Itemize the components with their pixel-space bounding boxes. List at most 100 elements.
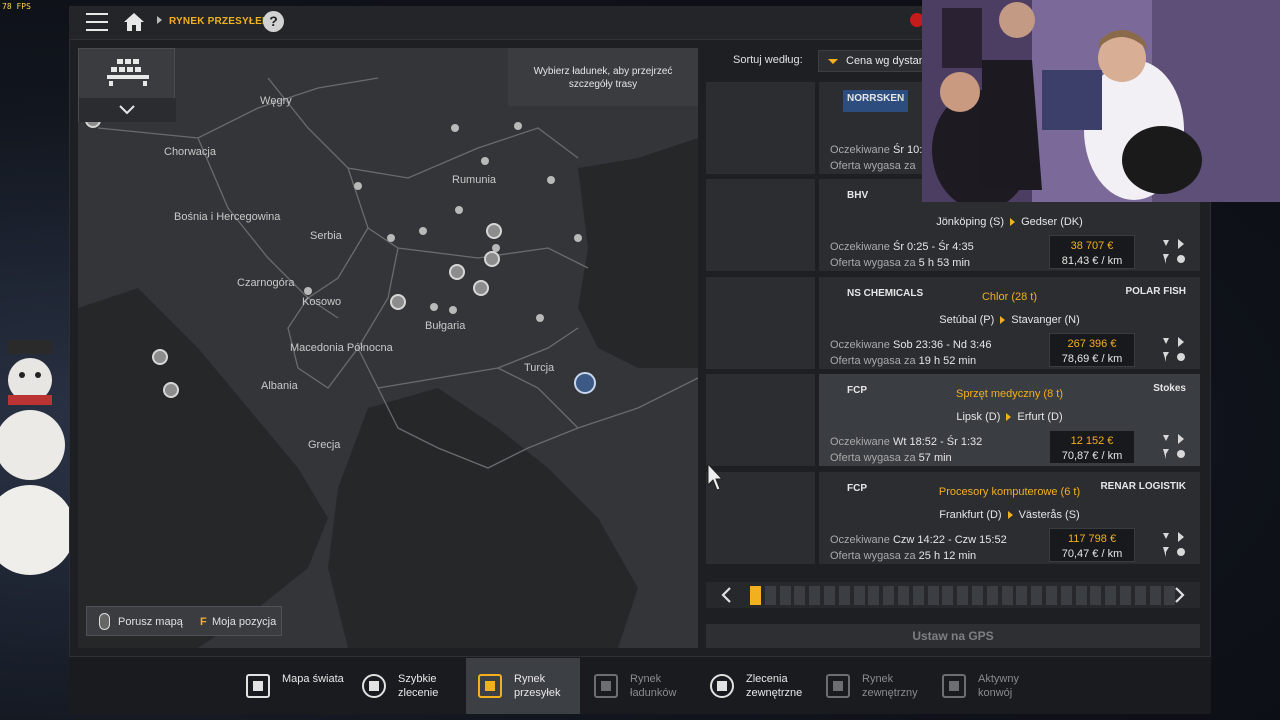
page-indicator[interactable] xyxy=(838,586,850,605)
company-logo-left: BHV xyxy=(847,190,869,201)
previous-page-button[interactable] xyxy=(706,582,746,608)
map-label-serbia: Serbia xyxy=(310,230,342,242)
route-arrow-icon xyxy=(1007,511,1013,520)
sort-dropdown[interactable]: Cena wg dystansu xyxy=(818,50,928,72)
route-from: Setúbal (P) xyxy=(939,314,995,326)
set-gps-button[interactable]: Ustaw na GPS xyxy=(706,624,1200,648)
page-indicator[interactable] xyxy=(1060,586,1072,605)
expected-label: Oczekiwane xyxy=(830,339,890,351)
offer-label: Oferta wygasa za xyxy=(830,160,916,172)
job-rate: 81,43 € / km xyxy=(1061,255,1123,267)
nav-freight-market[interactable]: Rynek przesyłek xyxy=(466,658,580,714)
price-box: 38 707 € 81,43 € / km xyxy=(1049,235,1135,269)
page-indicator[interactable] xyxy=(1075,586,1087,605)
page-indicator[interactable] xyxy=(809,586,821,605)
page-indicator[interactable] xyxy=(750,586,761,605)
job-rate: 70,87 € / km xyxy=(1061,450,1123,462)
page-indicator[interactable] xyxy=(883,586,895,605)
offer-expires: Oferta wygasa za xyxy=(830,160,916,172)
nav-external-contracts[interactable]: Zlecenia zewnętrzne xyxy=(698,658,812,714)
route: Lipsk (D) Erfurt (D) xyxy=(819,411,1200,423)
page-indicator[interactable] xyxy=(1031,586,1043,605)
page-indicator[interactable] xyxy=(764,586,776,605)
nav-external-market[interactable]: Rynek zewnętrzny xyxy=(814,658,928,714)
map-view[interactable]: Węgry Chorwacja Rumunia Bośnia i Hercego… xyxy=(78,48,698,648)
map-controls-hint: Porusz mapą F Moja pozycja xyxy=(86,606,282,636)
nav-world-map[interactable]: Mapa świata xyxy=(234,658,348,714)
map-label-bulgaria: Bułgaria xyxy=(425,320,466,332)
expected-label: Oczekiwane xyxy=(830,436,890,448)
expected-time: Oczekiwane Sob 23:36 - Nd 3:46 xyxy=(830,339,991,351)
job-card[interactable]: FCP Stokes Sprzęt medyczny (8 t) Lipsk (… xyxy=(706,374,1200,466)
map-label-rumunia: Rumunia xyxy=(452,174,497,186)
job-card-body[interactable]: FCP RENAR LOGISTIK Procesory komputerowe… xyxy=(819,472,1200,564)
page-indicator[interactable] xyxy=(927,586,939,605)
nav-active-convoy[interactable]: Aktywny konwój xyxy=(930,658,1044,714)
map-label-macedonia: Macedonia Północna xyxy=(290,342,393,354)
job-card[interactable]: FCP RENAR LOGISTIK Procesory komputerowe… xyxy=(706,472,1200,564)
cargo-name: Procesory komputerowe (6 t) xyxy=(938,486,1081,498)
page-indicator[interactable] xyxy=(1149,586,1161,605)
route-to: Västerås (S) xyxy=(1018,509,1080,521)
page-indicator[interactable] xyxy=(1016,586,1028,605)
page-indicator[interactable] xyxy=(1134,586,1146,605)
page-indicator[interactable] xyxy=(853,586,865,605)
job-card[interactable]: NS CHEMICALS POLAR FISH Chlor (28 t) Set… xyxy=(706,277,1200,369)
nav-label: Mapa świata xyxy=(282,673,344,685)
fps-counter: 78 FPS xyxy=(2,2,31,11)
nav-label: Zlecenia zewnętrzne xyxy=(746,673,803,699)
page-indicator[interactable] xyxy=(824,586,835,605)
nav-label: Rynek zewnętrzny xyxy=(862,673,918,699)
route-tooltip: Wybierz ładunek, aby przejrzeć szczegóły… xyxy=(508,48,698,106)
map-layers-button[interactable] xyxy=(78,48,176,122)
hint-key-f: F xyxy=(200,616,207,628)
page-indicator[interactable] xyxy=(957,586,969,605)
page-indicator[interactable] xyxy=(898,586,909,605)
job-thumbnail xyxy=(706,179,815,271)
snowman-background-image xyxy=(0,340,70,575)
help-icon[interactable]: ? xyxy=(263,11,284,32)
mouse-icon xyxy=(99,613,110,630)
job-thumbnail xyxy=(706,82,815,174)
offer-label: Oferta wygasa za xyxy=(830,257,916,269)
menu-icon[interactable] xyxy=(86,13,108,31)
map-label-chorwacja: Chorwacja xyxy=(164,146,216,158)
page-indicator[interactable] xyxy=(986,586,998,605)
offer-value: 57 min xyxy=(918,452,952,464)
next-page-button[interactable] xyxy=(1160,582,1200,608)
expected-time: Oczekiwane Wt 18:52 - Śr 1:32 xyxy=(830,436,982,448)
route-from: Frankfurt (D) xyxy=(939,509,1002,521)
map-label-grecja: Grecja xyxy=(308,439,341,451)
hint-move-map: Porusz mapą xyxy=(118,616,183,628)
job-card-body[interactable]: NS CHEMICALS POLAR FISH Chlor (28 t) Set… xyxy=(819,277,1200,369)
page-indicator[interactable] xyxy=(972,586,983,605)
map-label-bosnia: Bośnia i Hercegowina xyxy=(174,211,281,223)
offer-value: 19 h 52 min xyxy=(918,355,977,367)
nav-label: Szybkie zlecenie xyxy=(398,673,439,699)
page-indicator[interactable] xyxy=(942,586,954,605)
map-label-czarnogora: Czarnogóra xyxy=(237,277,295,289)
expand-chevron-icon[interactable] xyxy=(79,98,176,122)
active-convoy-icon xyxy=(942,674,966,698)
cargo-attributes-icon xyxy=(1163,239,1185,264)
price-box: 117 798 € 70,47 € / km xyxy=(1049,528,1135,562)
page-indicator[interactable] xyxy=(779,586,791,605)
page-indicator[interactable] xyxy=(794,586,806,605)
job-price: 38 707 € xyxy=(1070,240,1114,252)
nav-quick-job[interactable]: Szybkie zlecenie xyxy=(350,658,464,714)
page-indicator[interactable] xyxy=(1105,586,1117,605)
sort-value: Cena wg dystansu xyxy=(846,55,928,67)
page-indicator[interactable] xyxy=(1046,586,1057,605)
route-from: Jönköping (S) xyxy=(936,216,1005,228)
hint-my-position[interactable]: Moja pozycja xyxy=(212,616,276,628)
expected-label: Oczekiwane xyxy=(830,241,890,253)
page-indicator[interactable] xyxy=(1001,586,1013,605)
page-indicator[interactable] xyxy=(1120,586,1131,605)
page-indicator[interactable] xyxy=(1090,586,1102,605)
page-indicator[interactable] xyxy=(868,586,880,605)
nav-cargo-market[interactable]: Rynek ładunków xyxy=(582,658,696,714)
home-icon[interactable] xyxy=(123,12,145,32)
page-indicator[interactable] xyxy=(912,586,924,605)
offer-expires: Oferta wygasa za 5 h 53 min xyxy=(830,257,970,269)
job-card-body[interactable]: FCP Stokes Sprzęt medyczny (8 t) Lipsk (… xyxy=(819,374,1200,466)
